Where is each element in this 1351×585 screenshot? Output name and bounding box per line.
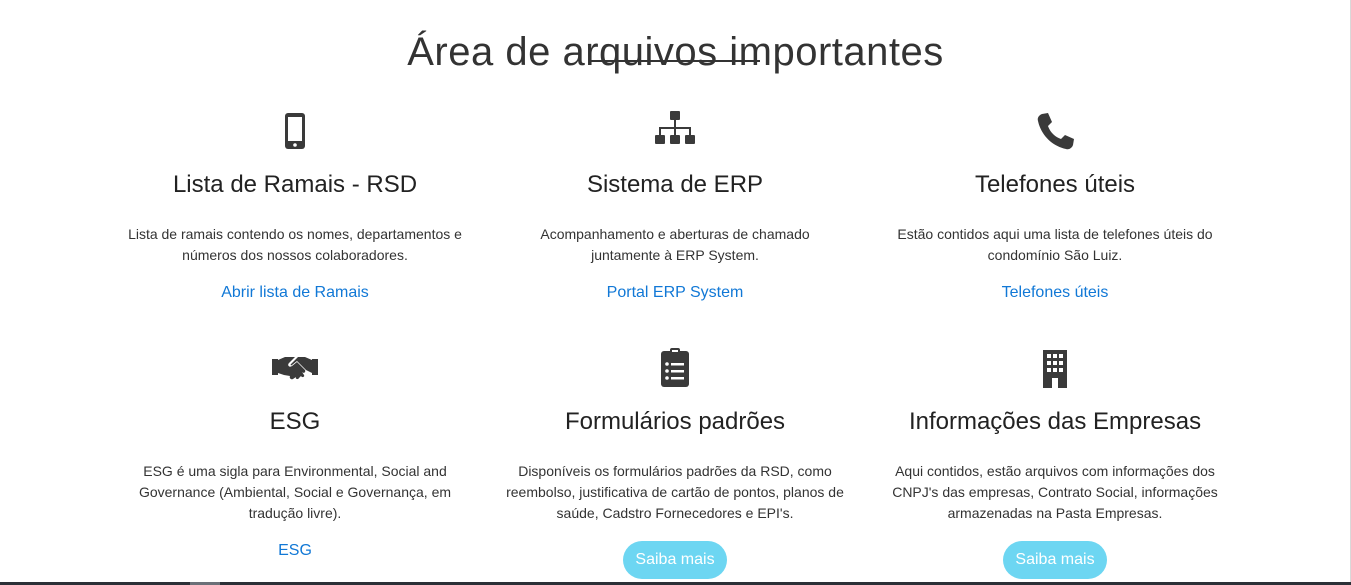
esg-link[interactable]: ESG bbox=[278, 541, 312, 561]
portal-erp-link[interactable]: Portal ERP System bbox=[607, 283, 744, 303]
card-description: Estão contidos aqui uma lista de telefon… bbox=[897, 226, 1213, 263]
card-title: Informações das Empresas bbox=[908, 408, 1202, 435]
card-title: ESG bbox=[269, 408, 321, 435]
card-description: ESG é uma sigla para Environmental, Soci… bbox=[138, 463, 452, 521]
card-description: Disponíveis os formulários padrões da RS… bbox=[506, 463, 844, 521]
sitemap-icon bbox=[651, 108, 699, 156]
mobile-phone-icon bbox=[271, 108, 319, 156]
card-title: Formulários padrões bbox=[564, 408, 786, 435]
card-telefones-uteis: Telefones úteis Estão contidos aqui uma … bbox=[865, 108, 1245, 303]
card-esg: ESG ESG é uma sigla para Environmental, … bbox=[105, 345, 485, 561]
title-underline bbox=[589, 60, 760, 62]
clipboard-list-icon bbox=[651, 345, 699, 393]
card-lista-de-ramais: Lista de Ramais - RSD Lista de ramais co… bbox=[105, 108, 485, 303]
handshake-icon bbox=[271, 345, 319, 393]
card-title: Lista de Ramais - RSD bbox=[172, 171, 418, 198]
abrir-lista-ramais-link[interactable]: Abrir lista de Ramais bbox=[221, 283, 369, 303]
card-sistema-erp: Sistema de ERP Acompanhamento e abertura… bbox=[485, 108, 865, 303]
page-title: Área de arquivos importantes bbox=[407, 29, 944, 74]
card-informacoes-empresas: Informações das Empresas Aqui contidos, … bbox=[865, 345, 1245, 579]
saiba-mais-button[interactable]: Saiba mais bbox=[1003, 541, 1107, 579]
card-description: Acompanhamento e aberturas de chamado ju… bbox=[540, 226, 810, 263]
card-description: Aqui contidos, estão arquivos com inform… bbox=[892, 463, 1218, 521]
building-icon bbox=[1031, 345, 1079, 393]
card-title: Sistema de ERP bbox=[586, 171, 764, 198]
card-formularios-padroes: Formulários padrões Disponíveis os formu… bbox=[485, 345, 865, 579]
phone-icon bbox=[1031, 108, 1079, 156]
card-description: Lista de ramais contendo os nomes, depar… bbox=[128, 226, 462, 263]
saiba-mais-button[interactable]: Saiba mais bbox=[623, 541, 727, 579]
telefones-uteis-link[interactable]: Telefones úteis bbox=[1002, 283, 1109, 303]
card-title: Telefones úteis bbox=[974, 171, 1136, 198]
